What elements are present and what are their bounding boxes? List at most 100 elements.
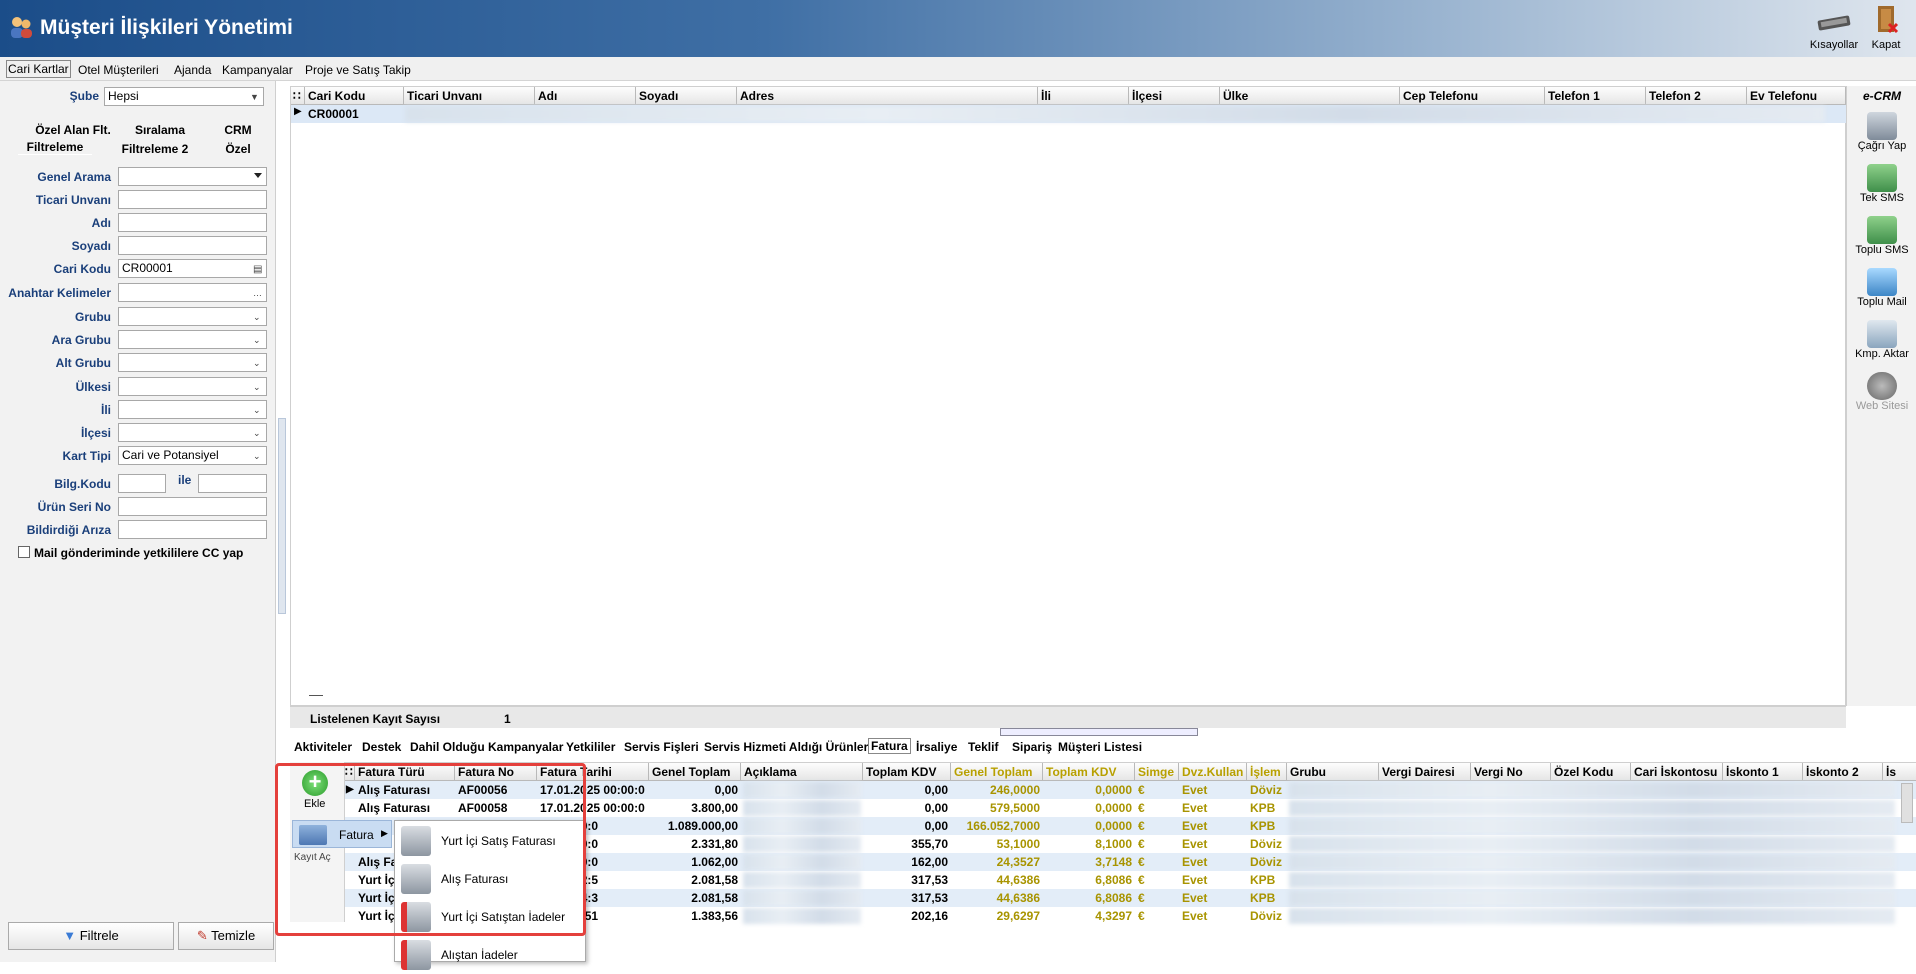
cell-dkdv: 8,1000 (1095, 837, 1132, 851)
col-telefon-1[interactable]: Telefon 1 (1545, 87, 1646, 105)
single-sms-button[interactable]: Tek SMS (1847, 164, 1916, 204)
splitter-handle[interactable] (278, 418, 286, 614)
vertical-scrollbar[interactable] (1901, 783, 1913, 823)
grid-corner: ∷ (291, 87, 305, 105)
tab-irsaliye[interactable]: İrsaliye (916, 740, 957, 754)
filter-button[interactable]: ▼ Filtrele (8, 922, 174, 950)
cell-islem: Döviz (1250, 783, 1283, 797)
col-doviz-genel-toplam[interactable]: Genel Toplam (951, 763, 1043, 781)
col-genel-toplam[interactable]: Genel Toplam (649, 763, 741, 781)
tab-filtreleme-2[interactable]: Filtreleme 2 (114, 142, 196, 156)
tab-kampanyalar[interactable]: Dahil Olduğu Kampanyalar (410, 740, 563, 754)
bulk-mail-button[interactable]: Toplu Mail (1847, 268, 1916, 308)
kart-tipi-select[interactable]: Cari ve Potansiyel ⌄ (118, 446, 267, 465)
col-grubu[interactable]: Grubu (1287, 763, 1379, 781)
col-ulke[interactable]: Ülke (1220, 87, 1400, 105)
menu-cari-kartlar[interactable]: Cari Kartlar (6, 60, 71, 78)
cell-dkdv: 0,0000 (1095, 783, 1132, 797)
col-vergi-no[interactable]: Vergi No (1471, 763, 1551, 781)
cell-dvz: Evet (1182, 801, 1208, 815)
tab-teklif[interactable]: Teklif (968, 740, 998, 754)
genel-arama-combo[interactable] (118, 167, 267, 186)
submenu-alistan-iadeler[interactable]: Alıştan İadeler (395, 936, 585, 974)
col-islem[interactable]: İşlem (1247, 763, 1287, 781)
col-simge[interactable]: Simge (1135, 763, 1179, 781)
tab-filtreleme[interactable]: Filtreleme (18, 140, 92, 155)
campaign-transfer-button[interactable]: Kmp. Aktar (1847, 320, 1916, 360)
ili-select[interactable]: ⌄ (118, 400, 267, 419)
cari-kodu-input[interactable]: CR00001 ▤ (118, 259, 267, 278)
col-aciklama[interactable]: Açıklama (741, 763, 863, 781)
tab-servis-urunler[interactable]: Servis Hizmeti Aldığı Ürünler (704, 740, 868, 754)
anahtar-kelimeler-input[interactable]: … (118, 283, 267, 302)
col-ozel-kodu[interactable]: Özel Kodu (1551, 763, 1631, 781)
col-is[interactable]: İs (1883, 763, 1916, 781)
col-cari-iskontosu[interactable]: Cari İskontosu (1631, 763, 1723, 781)
tab-fatura[interactable]: Fatura (868, 738, 911, 754)
blurred-details (1289, 836, 1895, 852)
alt-grubu-select[interactable]: ⌄ (118, 353, 267, 372)
tab-aktiviteler[interactable]: Aktiviteler (294, 740, 352, 754)
col-ticari-unvani[interactable]: Ticari Unvanı (404, 87, 535, 105)
col-cep-telefonu[interactable]: Cep Telefonu (1400, 87, 1545, 105)
bilg-kodu-to-input[interactable] (198, 474, 267, 493)
tab-yetkililer[interactable]: Yetkililer (566, 740, 615, 754)
tab-crm[interactable]: CRM (218, 123, 258, 137)
col-ilcesi[interactable]: İlçesi (1129, 87, 1220, 105)
tab-siparis[interactable]: Sipariş (1012, 740, 1052, 754)
bilg-kodu-from-input[interactable] (118, 474, 166, 493)
ticari-unvani-input[interactable] (118, 190, 267, 209)
tab-ozel[interactable]: Özel (218, 142, 258, 156)
col-adres[interactable]: Adres (737, 87, 1038, 105)
tab-musteri-listesi[interactable]: Müşteri Listesi (1058, 740, 1142, 754)
menu-otel-musterileri[interactable]: Otel Müşterileri (78, 63, 159, 77)
tab-destek[interactable]: Destek (362, 740, 401, 754)
grubu-select[interactable]: ⌄ (118, 307, 267, 326)
col-adi[interactable]: Adı (535, 87, 636, 105)
col-telefon-2[interactable]: Telefon 2 (1646, 87, 1747, 105)
col-vergi-dairesi[interactable]: Vergi Dairesi (1379, 763, 1471, 781)
sube-select[interactable]: Hepsi ▼ (104, 87, 264, 106)
col-ev-telefonu[interactable]: Ev Telefonu (1747, 87, 1846, 105)
soyadi-input[interactable] (118, 236, 267, 255)
panel-splitter[interactable] (1000, 728, 1198, 736)
bottom-tabs: Aktiviteler Destek Dahil Olduğu Kampanya… (290, 738, 1910, 758)
chevron-down-icon: ⌄ (253, 405, 261, 415)
col-ili[interactable]: İli (1038, 87, 1129, 105)
clear-button[interactable]: ✎ Temizle (178, 922, 274, 950)
cell-simge: € (1138, 783, 1145, 797)
ara-grubu-select[interactable]: ⌄ (118, 330, 267, 349)
col-iskonto-2[interactable]: İskonto 2 (1803, 763, 1883, 781)
urun-seri-no-input[interactable] (118, 497, 267, 516)
website-button[interactable]: Web Sitesi (1847, 372, 1916, 412)
call-button[interactable]: Çağrı Yap (1847, 112, 1916, 152)
ile-label: ile (178, 473, 192, 487)
mail-cc-checkbox[interactable] (18, 546, 30, 558)
col-iskonto-1[interactable]: İskonto 1 (1723, 763, 1803, 781)
bulk-sms-button[interactable]: Toplu SMS (1847, 216, 1916, 256)
chevron-down-icon: ⌄ (253, 335, 261, 345)
col-dvz-kullan[interactable]: Dvz.Kullan (1179, 763, 1247, 781)
tab-siralama[interactable]: Sıralama (124, 123, 196, 137)
blurred-description (743, 782, 861, 798)
col-toplam-kdv[interactable]: Toplam KDV (863, 763, 951, 781)
menu-proje-satis-takip[interactable]: Proje ve Satış Takip (305, 63, 411, 77)
lookup-icon[interactable]: ▤ (253, 262, 263, 275)
ellipsis-icon[interactable]: … (253, 286, 263, 298)
shortcuts-button[interactable]: Kısayollar (1804, 2, 1864, 54)
adi-input[interactable] (118, 213, 267, 232)
tab-ozel-alan[interactable]: Özel Alan Flt. (18, 123, 128, 137)
menu-ajanda[interactable]: Ajanda (174, 63, 211, 77)
chevron-down-icon: ⌄ (253, 358, 261, 368)
cell-dvz: Evet (1182, 783, 1208, 797)
ulkesi-select[interactable]: ⌄ (118, 377, 267, 396)
close-button[interactable]: Kapat (1856, 2, 1916, 54)
bildirdigi-ariza-input[interactable] (118, 520, 267, 539)
col-soyadi[interactable]: Soyadı (636, 87, 737, 105)
ilcesi-select[interactable]: ⌄ (118, 423, 267, 442)
menu-kampanyalar[interactable]: Kampanyalar (222, 63, 293, 77)
col-cari-kodu[interactable]: Cari Kodu (305, 87, 404, 105)
table-row[interactable]: ▶ CR00001 (291, 105, 1847, 123)
tab-servis-fisleri[interactable]: Servis Fişleri (624, 740, 699, 754)
col-doviz-toplam-kdv[interactable]: Toplam KDV (1043, 763, 1135, 781)
